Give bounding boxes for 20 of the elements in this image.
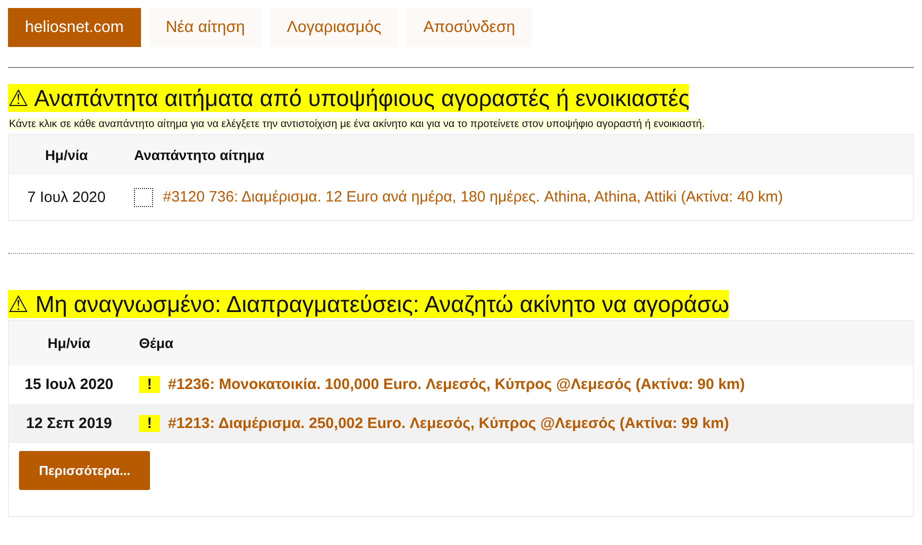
- nav-tab[interactable]: Νέα αίτηση: [148, 8, 262, 47]
- column-header: Θέμα: [129, 321, 913, 365]
- unread-flag: !: [139, 376, 160, 393]
- checkbox[interactable]: [134, 188, 153, 207]
- nav-tab[interactable]: Αποσύνδεση: [406, 8, 532, 47]
- unread-flag: !: [139, 415, 160, 432]
- section-heading: ⚠ Αναπάντητα αιτήματα από υποψήφιους αγοραστές ή ενοικιαστές: [8, 84, 690, 112]
- nav-tab[interactable]: heliosnet.com: [8, 8, 141, 47]
- request-link[interactable]: #3120 736: Διαμέρισμα. 12 Euro ανά ημέρα, 180 ημέρες. Athina, Athina, Attiki (Ακτίνα: 40 km): [163, 188, 783, 206]
- more-button[interactable]: Περισσότερα...: [19, 451, 150, 490]
- date-cell: 12 Σεπ 2019: [9, 404, 129, 443]
- column-header: Ημ/νία: [9, 321, 129, 365]
- request-link[interactable]: #1236: Μονοκατοικία. 100,000 Euro. Λεμεσός, Κύπρος @Λεμεσός (Ακτίνα: 90 km): [168, 376, 745, 393]
- instruction-text: Κάντε κλικ σε κάθε αναπάντητο αίτημα για να ελέγξετε την αντιστοίχιση με ένα ακίνητο και για να το προτείνετε στον υποψήφιο αγοραστή ή ενοικιαστή.: [8, 118, 706, 130]
- section-heading: ⚠ Μη αναγνωσμένο: Διαπραγματεύσεις: Αναζητώ ακίνητο να αγοράσω: [8, 290, 730, 318]
- nav-tab[interactable]: Λογαριασμός: [270, 8, 398, 47]
- column-header: Αναπάντητο αίτημα: [124, 135, 913, 175]
- date-cell: 15 Ιουλ 2020: [9, 365, 129, 404]
- request-link[interactable]: #1213: Διαμέρισμα. 250,002 Euro. Λεμεσός, Κύπρος @Λεμεσός (Ακτίνα: 99 km): [168, 415, 729, 432]
- column-header: Ημ/νία: [9, 135, 124, 175]
